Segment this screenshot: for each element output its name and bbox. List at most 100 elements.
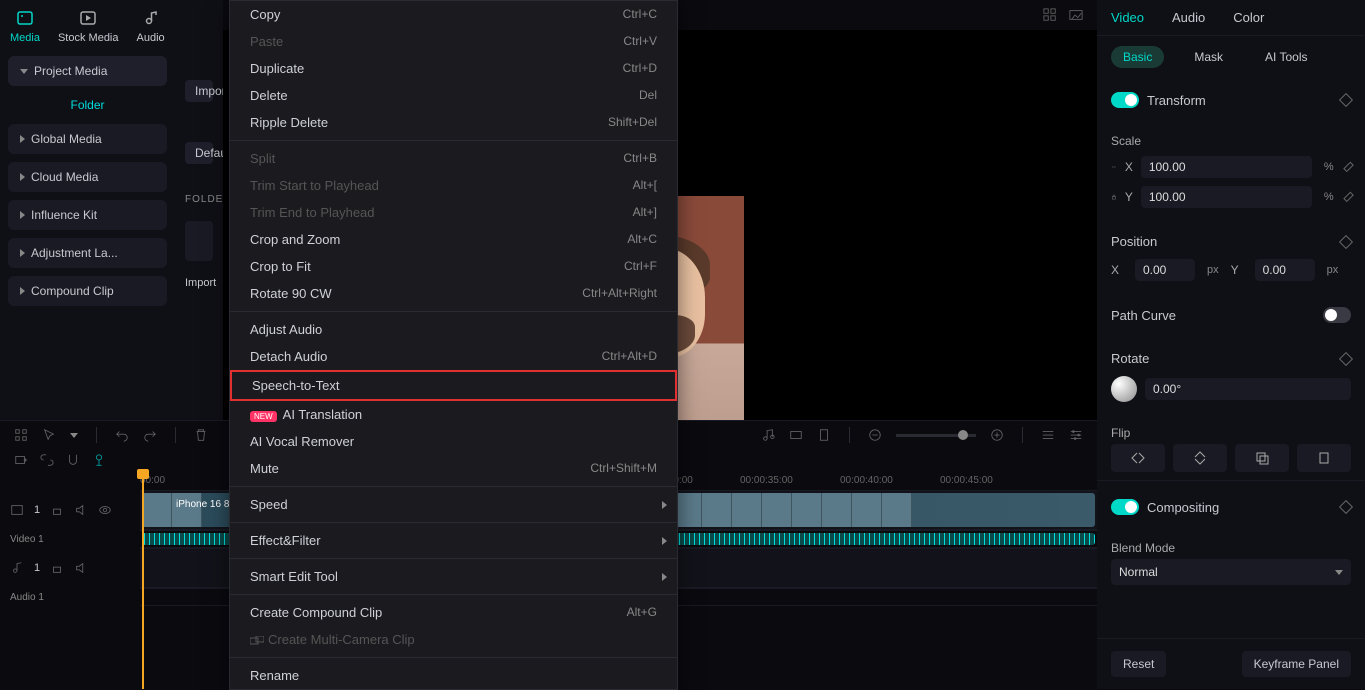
sidebar-project-media[interactable]: Project Media <box>8 56 167 86</box>
chevron-down-icon <box>20 69 28 74</box>
flip-horizontal-button[interactable] <box>1111 444 1165 472</box>
mute-track-icon[interactable] <box>74 503 88 517</box>
delete-icon[interactable] <box>194 428 208 442</box>
sidebar-influence-kit[interactable]: Influence Kit <box>8 200 167 230</box>
default-filter[interactable]: Defaul <box>185 142 213 164</box>
add-track-icon[interactable] <box>14 453 28 467</box>
transform-label: Transform <box>1147 93 1206 108</box>
redo-icon[interactable] <box>143 428 157 442</box>
rotate-input[interactable] <box>1145 378 1351 400</box>
subtab-ai-tools[interactable]: AI Tools <box>1253 46 1319 68</box>
blend-mode-select[interactable]: Normal <box>1111 559 1351 585</box>
subtab-basic[interactable]: Basic <box>1111 46 1164 68</box>
playhead[interactable] <box>142 471 144 689</box>
chevron-down-icon <box>1335 570 1343 575</box>
track-options-icon[interactable] <box>1041 428 1055 442</box>
marker-icon[interactable] <box>92 453 106 467</box>
menu-effect-filter[interactable]: Effect&Filter <box>230 527 677 554</box>
menu-detach-audio[interactable]: Detach AudioCtrl+Alt+D <box>230 343 677 370</box>
ruler-mark: 00:00:35:00 <box>740 475 840 486</box>
menu-speech-to-text[interactable]: Speech-to-Text <box>230 370 677 401</box>
cursor-icon[interactable] <box>42 428 56 442</box>
menu-paste: PasteCtrl+V <box>230 28 677 55</box>
undo-icon[interactable] <box>115 428 129 442</box>
tab-audio[interactable]: Audio <box>137 8 165 44</box>
import-button[interactable]: Impor <box>185 80 213 102</box>
timeline-settings-icon[interactable] <box>1069 428 1083 442</box>
flip-vertical-button[interactable] <box>1173 444 1227 472</box>
menu-delete[interactable]: DeleteDel <box>230 82 677 109</box>
copy-button[interactable] <box>1235 444 1289 472</box>
menu-create-compound[interactable]: Create Compound ClipAlt+G <box>230 599 677 626</box>
sidebar-adjustment-layer[interactable]: Adjustment La... <box>8 238 167 268</box>
stock-media-icon <box>78 8 98 28</box>
sidebar-global-media[interactable]: Global Media <box>8 124 167 154</box>
menu-crop-fit[interactable]: Crop to FitCtrl+F <box>230 253 677 280</box>
grid-view-icon[interactable] <box>1043 8 1057 22</box>
keyframe-diamond-icon[interactable] <box>1339 500 1353 514</box>
sidebar-compound-clip[interactable]: Compound Clip <box>8 276 167 306</box>
menu-ai-translation[interactable]: NEWAI Translation <box>230 401 677 428</box>
keyframe-diamond-icon[interactable] <box>1343 162 1354 173</box>
tab-stock-media[interactable]: Stock Media <box>58 8 119 44</box>
marker-tool-icon[interactable] <box>817 428 831 442</box>
chevron-right-icon <box>20 249 25 257</box>
snapshot-icon[interactable] <box>1069 8 1083 22</box>
scale-y-input[interactable] <box>1141 186 1312 208</box>
ruler-mark: 00:00:45:00 <box>940 475 1040 486</box>
music-icon[interactable] <box>761 428 775 442</box>
scale-x-input[interactable] <box>1141 156 1312 178</box>
menu-duplicate[interactable]: DuplicateCtrl+D <box>230 55 677 82</box>
sidebar-cloud-media[interactable]: Cloud Media <box>8 162 167 192</box>
keyframe-diamond-icon[interactable] <box>1339 351 1353 365</box>
menu-smart-edit[interactable]: Smart Edit Tool <box>230 563 677 590</box>
inspector-tab-color[interactable]: Color <box>1233 10 1264 25</box>
subtab-mask[interactable]: Mask <box>1182 46 1235 68</box>
mixer-icon[interactable] <box>789 428 803 442</box>
folder-button[interactable]: Folder <box>0 90 175 120</box>
arrange-icon[interactable] <box>14 428 28 442</box>
keyframe-diamond-icon[interactable] <box>1339 93 1353 107</box>
audio-track-icon <box>10 561 24 575</box>
path-curve-toggle[interactable] <box>1323 307 1351 323</box>
menu-create-multicam: Create Multi-Camera Clip <box>230 626 677 653</box>
zoom-out-icon[interactable] <box>868 428 882 442</box>
inspector-tab-audio[interactable]: Audio <box>1172 10 1205 25</box>
keyframe-diamond-icon[interactable] <box>1343 192 1354 203</box>
inspector-tab-video[interactable]: Video <box>1111 10 1144 25</box>
lock-icon[interactable] <box>1111 190 1117 204</box>
keyframe-diamond-icon[interactable] <box>1339 234 1353 248</box>
chevron-right-icon <box>20 173 25 181</box>
copy-icon <box>1255 451 1269 465</box>
menu-mute[interactable]: MuteCtrl+Shift+M <box>230 455 677 482</box>
keyframe-panel-button[interactable]: Keyframe Panel <box>1242 651 1351 677</box>
menu-ripple-delete[interactable]: Ripple DeleteShift+Del <box>230 109 677 136</box>
menu-speed[interactable]: Speed <box>230 491 677 518</box>
menu-ai-vocal-remover[interactable]: AI Vocal Remover <box>230 428 677 455</box>
pos-y-input[interactable] <box>1255 259 1315 281</box>
folder-thumb[interactable] <box>185 221 213 261</box>
menu-rotate-90[interactable]: Rotate 90 CWCtrl+Alt+Right <box>230 280 677 307</box>
pos-x-input[interactable] <box>1135 259 1195 281</box>
transform-toggle[interactable] <box>1111 92 1139 108</box>
menu-rename[interactable]: Rename <box>230 662 677 689</box>
menu-copy[interactable]: CopyCtrl+C <box>230 1 677 28</box>
mute-track-icon[interactable] <box>74 561 88 575</box>
visibility-icon[interactable] <box>98 503 112 517</box>
zoom-slider[interactable] <box>896 434 976 437</box>
link-tracks-icon[interactable] <box>40 453 54 467</box>
compositing-toggle[interactable] <box>1111 499 1139 515</box>
link-icon[interactable] <box>1111 160 1117 174</box>
lock-track-icon[interactable] <box>50 503 64 517</box>
magnet-icon[interactable] <box>66 453 80 467</box>
reset-button[interactable]: Reset <box>1111 651 1166 677</box>
rotate-knob[interactable] <box>1111 376 1137 402</box>
menu-crop-zoom[interactable]: Crop and ZoomAlt+C <box>230 226 677 253</box>
menu-adjust-audio[interactable]: Adjust Audio <box>230 316 677 343</box>
paste-button[interactable] <box>1297 444 1351 472</box>
lock-track-icon[interactable] <box>50 561 64 575</box>
paste-icon <box>1317 451 1331 465</box>
multicam-icon <box>250 636 264 646</box>
zoom-in-icon[interactable] <box>990 428 1004 442</box>
tab-media[interactable]: Media <box>10 8 40 44</box>
